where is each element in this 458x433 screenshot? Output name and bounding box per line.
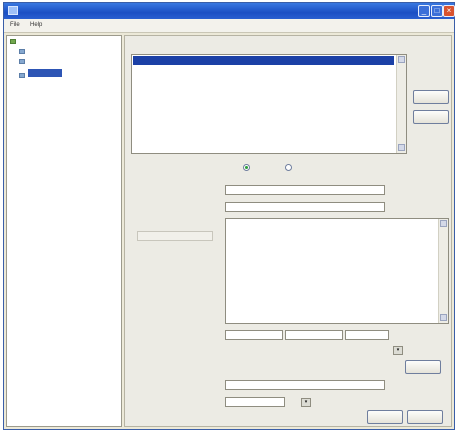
parameter-1-input[interactable] [225, 330, 283, 340]
radio-icon [285, 164, 292, 171]
folder-icon [10, 39, 16, 45]
option-1[interactable] [243, 164, 253, 171]
confirm-button[interactable] [367, 410, 403, 424]
menu-file[interactable]: File [10, 22, 20, 28]
body-textarea[interactable] [225, 218, 449, 324]
maximize-icon[interactable]: □ [431, 5, 443, 17]
list-action-button-2[interactable] [413, 110, 449, 124]
body-hint-input [137, 231, 213, 241]
radio-checked-icon [243, 164, 250, 171]
node-icon [19, 49, 25, 55]
item-list[interactable] [131, 54, 407, 154]
tree-item-2[interactable] [19, 59, 28, 68]
tree-item-3-label [28, 69, 62, 77]
option-2[interactable] [285, 164, 295, 171]
name-input[interactable] [225, 185, 385, 195]
type-select[interactable] [225, 397, 285, 407]
spinner-icon[interactable]: ▾ [393, 346, 403, 355]
list-scrollbar[interactable] [396, 55, 406, 153]
tree-item-3[interactable] [19, 69, 62, 79]
scroll-up-icon[interactable] [440, 220, 447, 227]
node-icon [19, 59, 25, 65]
app-icon [8, 6, 18, 15]
display-name-input[interactable] [225, 202, 385, 212]
dropdown-icon[interactable]: ▾ [301, 398, 311, 407]
title-bar[interactable]: _ □ × [4, 3, 455, 19]
node-icon [19, 73, 25, 79]
menu-bar: File Help [4, 19, 454, 33]
list-action-button-1[interactable] [413, 90, 449, 104]
tree-root[interactable] [10, 39, 19, 48]
side-small-button[interactable] [405, 360, 441, 374]
scroll-down-icon[interactable] [440, 314, 447, 321]
content-panel: ▾ ▾ [124, 35, 452, 427]
parameter-3-input[interactable] [345, 330, 389, 340]
navigation-tree [6, 35, 122, 427]
minimize-icon[interactable]: _ [418, 5, 430, 17]
close-icon[interactable]: × [443, 5, 455, 17]
scroll-up-icon[interactable] [398, 56, 405, 63]
cancel-button[interactable] [407, 410, 443, 424]
list-item[interactable] [133, 56, 394, 65]
tree-item-1[interactable] [19, 49, 28, 58]
menu-help[interactable]: Help [30, 22, 42, 28]
textarea-scrollbar[interactable] [438, 219, 448, 323]
output-input[interactable] [225, 380, 385, 390]
parameter-2-input[interactable] [285, 330, 343, 340]
scroll-down-icon[interactable] [398, 144, 405, 151]
main-window: _ □ × File Help ▾ ▾ [3, 2, 455, 430]
